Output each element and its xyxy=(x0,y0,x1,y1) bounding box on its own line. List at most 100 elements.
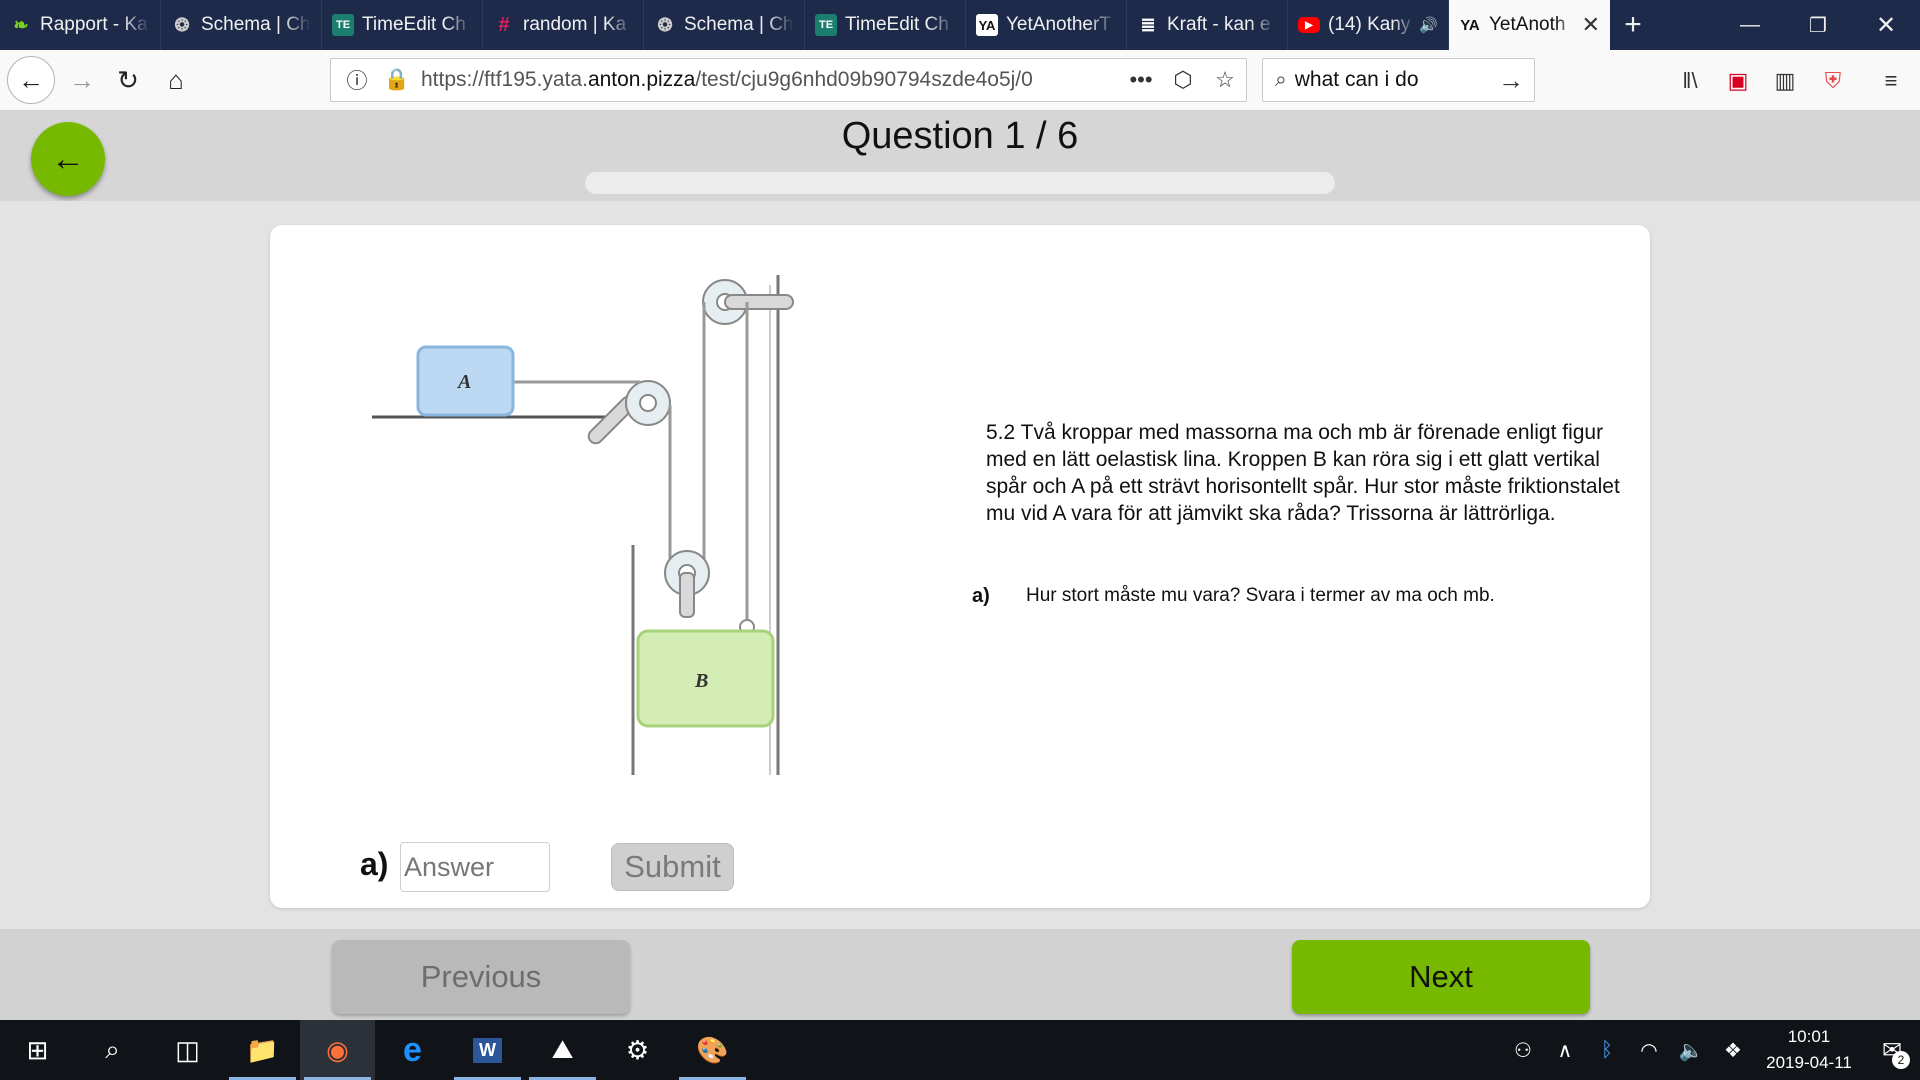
search-go-icon[interactable]: → xyxy=(1498,65,1524,96)
timeedit-icon: TE xyxy=(332,14,354,36)
browser-tab[interactable]: ❂ Schema | Ch xyxy=(644,0,805,50)
tab-label: Schema | Ch xyxy=(684,14,794,35)
browser-tab[interactable]: TE TimeEdit Ch xyxy=(805,0,966,50)
search-icon[interactable]: ⌕ xyxy=(75,1020,150,1080)
browser-tab[interactable]: ❂ Schema | Ch xyxy=(161,0,322,50)
close-window-icon[interactable]: ✕ xyxy=(1852,0,1920,50)
search-bar[interactable]: ⌕ what can i do → xyxy=(1262,58,1535,102)
url-text[interactable]: https://ftf195.yata.anton.pizza/test/cju… xyxy=(421,68,1120,92)
people-icon[interactable]: ⚇ xyxy=(1502,1038,1544,1063)
yata-icon: YA xyxy=(1460,16,1480,34)
tab-label: YetAnotherT xyxy=(1006,14,1111,35)
library-icon[interactable]: ‖\ xyxy=(1674,66,1706,96)
subquestion: a) Hur stort måste mu vara? Svara i term… xyxy=(972,585,1495,608)
bookmark-star-icon[interactable]: ☆ xyxy=(1204,67,1246,93)
browser-navbar: ← → ↻ ⌂ ⓘ 🔒 https://ftf195.yata.anton.pi… xyxy=(0,50,1920,111)
menu-icon[interactable]: ≡ xyxy=(1875,66,1907,96)
url-bar[interactable]: ⓘ 🔒 https://ftf195.yata.anton.pizza/test… xyxy=(330,58,1247,102)
arrow-left-icon: ← xyxy=(51,139,85,178)
subquestion-label: a) xyxy=(972,585,990,607)
window-controls: — ❐ ✕ xyxy=(1716,0,1920,50)
tab-label: TimeEdit Ch xyxy=(362,14,466,35)
yata-icon: YA xyxy=(976,14,998,36)
shield-icon[interactable]: ⛨ xyxy=(1817,66,1849,96)
windows-start-icon[interactable]: ⊞ xyxy=(0,1020,75,1080)
question-text: 5.2 Två kroppar med massorna ma och mb ä… xyxy=(986,421,1620,525)
chevron-up-icon[interactable]: ∧ xyxy=(1544,1038,1586,1063)
next-button[interactable]: Next xyxy=(1292,940,1590,1014)
action-center-icon[interactable]: ✉ 2 xyxy=(1864,1036,1920,1069)
wifi-icon[interactable]: ◠ xyxy=(1628,1038,1670,1063)
bluetooth-icon[interactable]: ᛒ xyxy=(1586,1039,1628,1062)
quiz-header: Question 1 / 6 ← xyxy=(0,111,1920,201)
reload-icon[interactable]: ↻ xyxy=(108,60,148,100)
search-input[interactable]: what can i do xyxy=(1295,68,1498,92)
word-icon[interactable]: W xyxy=(450,1020,525,1080)
question-title: Question 1 / 6 xyxy=(841,115,1079,157)
browser-tab[interactable]: ≣ Kraft - kan e xyxy=(1127,0,1288,50)
forward-button[interactable]: → xyxy=(62,60,102,100)
back-arrow-button[interactable]: ← xyxy=(31,122,105,196)
previous-button[interactable]: Previous xyxy=(332,940,630,1014)
pocket-save-icon[interactable]: ▣ xyxy=(1722,66,1754,96)
browser-tab-active[interactable]: YA YetAnoth ✕ xyxy=(1449,0,1610,50)
volume-icon[interactable]: 🔈 xyxy=(1670,1038,1712,1063)
clock[interactable]: 10:01 2019-04-11 xyxy=(1754,1024,1864,1076)
browser-tab[interactable]: TE TimeEdit Ch xyxy=(322,0,483,50)
tab-label: TimeEdit Ch xyxy=(845,14,949,35)
edge-icon[interactable]: e xyxy=(375,1020,450,1080)
lower-pulley xyxy=(664,550,755,635)
settings-gear-icon[interactable]: ⚙ xyxy=(600,1020,675,1080)
tab-label: random | Ka xyxy=(523,14,627,35)
block-a-label: A xyxy=(456,371,471,393)
lock-icon[interactable]: 🔒 xyxy=(383,68,411,92)
pocket-icon[interactable]: ⬡ xyxy=(1162,67,1204,93)
block-b-label: B xyxy=(694,670,708,692)
slack-icon: # xyxy=(498,13,510,36)
globe-seal-icon: ❂ xyxy=(174,14,190,35)
tab-label: YetAnoth xyxy=(1489,14,1566,35)
speaker-icon[interactable]: 🔊 xyxy=(1419,16,1438,34)
task-view-icon[interactable]: ◫ xyxy=(150,1020,225,1080)
tab-label: Kraft - kan e xyxy=(1167,14,1271,35)
browser-tab[interactable]: ▶ (14) Kany 🔊 xyxy=(1288,0,1449,50)
home-icon[interactable]: ⌂ xyxy=(156,60,196,100)
back-button[interactable]: ← xyxy=(7,56,55,104)
clock-time: 10:01 xyxy=(1787,1027,1831,1046)
tab-label: (14) Kany xyxy=(1328,14,1411,35)
browser-tab-strip: ❧ Rapport - Ka ❂ Schema | Ch TE TimeEdit… xyxy=(0,0,1920,50)
search-icon: ⌕ xyxy=(1275,68,1287,91)
sidebar-icon[interactable]: ▥ xyxy=(1769,66,1801,96)
pulley-figure: A B xyxy=(372,275,794,775)
url-prefix: https://ftf195.yata. xyxy=(421,68,588,91)
notification-badge: 2 xyxy=(1892,1050,1910,1069)
new-tab-button[interactable]: + xyxy=(1610,0,1656,50)
photos-icon[interactable]: ⛰ xyxy=(525,1020,600,1080)
close-tab-icon[interactable]: ✕ xyxy=(1582,12,1600,38)
paint-icon[interactable]: 🎨 xyxy=(675,1020,750,1080)
info-icon[interactable]: ⓘ xyxy=(343,65,371,95)
url-path: /test/cju9g6nhd09b90794szde4o5j/0 xyxy=(695,68,1033,91)
tab-label: Schema | Ch xyxy=(201,14,311,35)
browser-tab[interactable]: # random | Ka xyxy=(483,0,644,50)
minimize-icon[interactable]: — xyxy=(1716,0,1784,50)
clock-date: 2019-04-11 xyxy=(1766,1053,1852,1072)
subquestion-text: Hur stort måste mu vara? Svara i termer … xyxy=(1026,585,1495,606)
windows-taskbar: ⊞ ⌕ ◫ 📁 ◉ e W ⛰ ⚙ 🎨 ⚇ ∧ ᛒ ◠ 🔈 ❖ 10:01 20… xyxy=(0,1020,1920,1080)
system-tray: ⚇ ∧ ᛒ ◠ 🔈 ❖ 10:01 2019-04-11 ✉ 2 xyxy=(1502,1020,1920,1080)
firefox-icon[interactable]: ◉ xyxy=(300,1020,375,1080)
youtube-icon: ▶ xyxy=(1298,17,1320,33)
browser-tab[interactable]: ❧ Rapport - Ka xyxy=(0,0,161,50)
browser-tab[interactable]: YA YetAnotherT xyxy=(966,0,1127,50)
question-navigation: Previous Next xyxy=(0,929,1920,1021)
file-explorer-icon[interactable]: 📁 xyxy=(225,1020,300,1080)
kraft-icon: ≣ xyxy=(1140,14,1156,35)
submit-button[interactable]: Submit xyxy=(611,843,734,891)
dropbox-icon[interactable]: ❖ xyxy=(1712,1038,1754,1063)
answer-input[interactable] xyxy=(400,842,550,892)
question-card: A B 5.2 Två kroppar med massorna ma och … xyxy=(270,225,1650,908)
page-actions-icon[interactable]: ••• xyxy=(1120,67,1162,93)
answer-label: a) xyxy=(360,846,389,882)
restore-icon[interactable]: ❐ xyxy=(1784,0,1852,50)
globe-seal-icon: ❂ xyxy=(657,14,673,35)
